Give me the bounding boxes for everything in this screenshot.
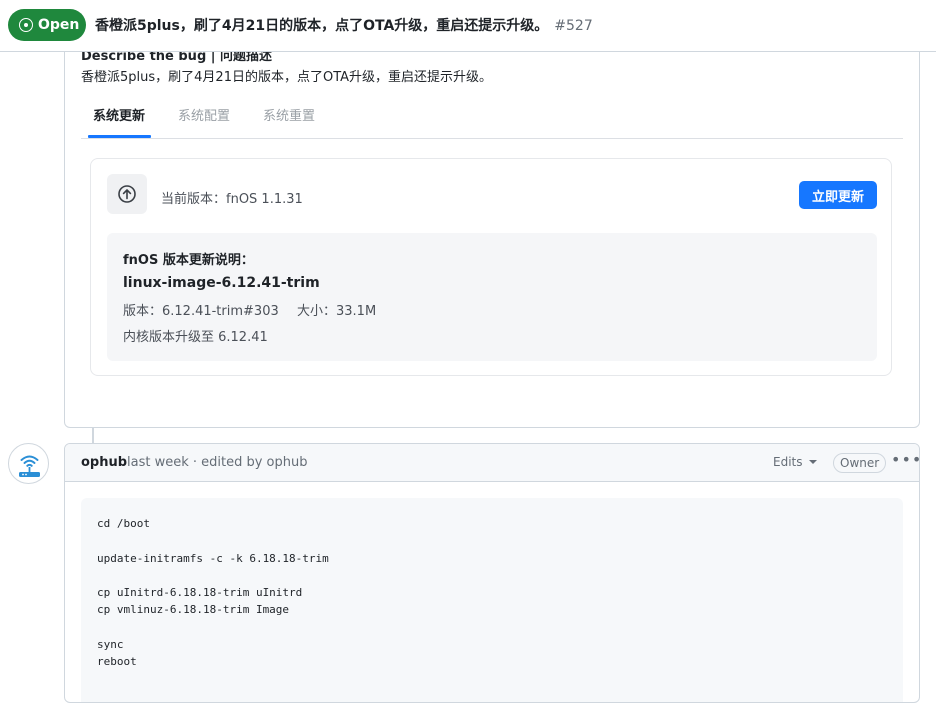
avatar[interactable] — [8, 443, 49, 484]
wifi-router-icon — [19, 455, 40, 477]
chevron-down-icon — [808, 460, 817, 464]
release-notes-box: fnOS 版本更新说明： linux-image-6.12.41-trim 版本… — [107, 233, 877, 361]
release-notes-kernel: 内核版本升级至 6.12.41 — [123, 330, 268, 345]
timeline-connector — [92, 428, 94, 444]
issue-sticky-header: Open 香橙派5plus，刷了4月21日的版本，点了OTA升级，重启还提示升级… — [0, 0, 936, 52]
screenshot-update-panel: 当前版本：fnOS 1.1.31 立即更新 fnOS 版本更新说明： linux… — [90, 158, 892, 376]
issue-state-label: Open — [38, 17, 80, 33]
screenshot-tab-bar: 系统更新 系统配置 系统重置 — [81, 95, 903, 139]
active-tab-indicator — [88, 135, 151, 138]
comment-header: ophub last week · edited by ophub Edits … — [65, 444, 919, 482]
issue-title: 香橙派5plus，刷了4月21日的版本，点了OTA升级，重启还提示升级。 #527 — [95, 15, 593, 35]
issue-opened-icon — [19, 18, 33, 32]
screenshot-tab-system-update: 系统更新 — [93, 109, 146, 124]
screenshot-update-now-button: 立即更新 — [799, 181, 877, 209]
release-notes-package: linux-image-6.12.41-trim — [123, 275, 320, 291]
upgrade-icon — [107, 174, 147, 214]
code-content: cd /boot update-initramfs -c -k 6.18.18-… — [97, 517, 329, 669]
bug-description-text: 香橙派5plus，刷了4月21日的版本，点了OTA升级，重启还提示升级。 — [81, 70, 493, 85]
comment-card-ophub: ophub last week · edited by ophub Edits … — [64, 443, 920, 703]
edits-dropdown[interactable]: Edits — [773, 455, 817, 469]
code-block: cd /boot update-initramfs -c -k 6.18.18-… — [81, 498, 903, 702]
release-notes-version: 版本：6.12.41-trim#303 — [123, 304, 279, 319]
edits-label: Edits — [773, 455, 803, 469]
owner-badge: Owner — [833, 453, 887, 473]
comment-author-link[interactable]: ophub — [81, 455, 127, 470]
issue-title-text: 香橙派5plus，刷了4月21日的版本，点了OTA升级，重启还提示升级。 — [95, 18, 549, 34]
screenshot-tab-system-config: 系统配置 — [178, 109, 231, 124]
issue-state-badge: Open — [8, 9, 86, 41]
release-notes-title: fnOS 版本更新说明： — [123, 253, 254, 268]
comment-meta[interactable]: last week · edited by ophub — [127, 455, 308, 470]
issue-number: #527 — [554, 18, 593, 34]
release-notes-size: 大小：33.1M — [297, 304, 377, 319]
current-version-text: 当前版本：fnOS 1.1.31 — [161, 192, 303, 207]
kebab-horizontal-icon[interactable]: ••• — [891, 450, 919, 469]
screenshot-tab-system-reset: 系统重置 — [263, 109, 316, 124]
